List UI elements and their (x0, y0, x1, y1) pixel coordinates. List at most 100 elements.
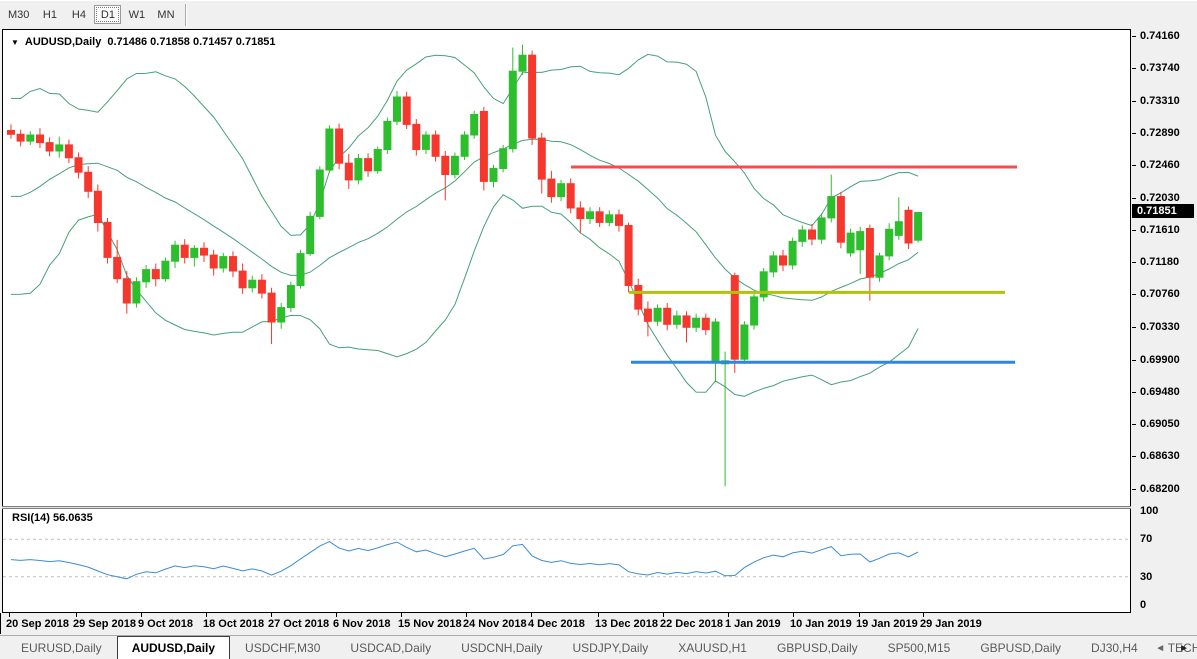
candle-body (471, 115, 478, 136)
chart-tab-eurusd-daily[interactable]: EURUSD,Daily (6, 636, 117, 659)
price-tick-label: 0.72460 (1140, 159, 1180, 171)
candle (780, 250, 787, 271)
timeframe-button-h1[interactable]: H1 (36, 5, 63, 24)
price-tick-label: 0.69900 (1140, 354, 1180, 366)
chart-tab-xauusd-h1[interactable]: XAUUSD,H1 (663, 636, 762, 659)
date-tick-label: 13 Dec 2018 (595, 618, 658, 630)
candle (249, 276, 256, 293)
candle-body (683, 316, 690, 327)
candle-body (336, 129, 343, 163)
date-tick-mark (793, 613, 794, 617)
chart-tab-gbpusd-daily[interactable]: GBPUSD,Daily (762, 636, 873, 659)
chart-tab-usdcnh-daily[interactable]: USDCNH,Daily (446, 636, 557, 659)
price-pane[interactable]: ▼ AUDUSD,Daily 0.71486 0.71858 0.71457 0… (2, 29, 1131, 506)
timeframe-button-m30[interactable]: M30 (3, 5, 34, 24)
date-tick-mark (9, 613, 10, 617)
candle-body (268, 293, 275, 322)
candle (664, 303, 671, 330)
candle-body (162, 261, 169, 279)
rsi-pane[interactable]: RSI(14) 56.0635 (2, 509, 1131, 613)
candle-body (249, 280, 256, 288)
candle (509, 48, 516, 153)
candle-body (847, 233, 854, 253)
candle-body (587, 212, 594, 219)
candle-body (866, 229, 873, 278)
candle (56, 137, 63, 158)
date-tick-label: 29 Sep 2018 (73, 618, 136, 630)
chart-tab-sp500-m15[interactable]: SP500,M15 (873, 636, 966, 659)
candle-body (635, 286, 642, 310)
chart-tab-usdjpy-daily[interactable]: USDJPY,Daily (557, 636, 663, 659)
chart-tab-usdcad-daily[interactable]: USDCAD,Daily (335, 636, 446, 659)
candle (104, 218, 111, 264)
candle (345, 154, 352, 189)
candle-body (886, 229, 893, 256)
candle-body (230, 257, 237, 271)
candle (191, 245, 198, 266)
candle (558, 180, 565, 201)
candle-body (490, 169, 497, 182)
timeframe-button-mn[interactable]: MN (152, 5, 179, 24)
candle (847, 229, 854, 257)
rsi-scale-label: 70 (1140, 533, 1152, 545)
candle (432, 131, 439, 162)
tabs-scroll-right-icon[interactable]: ► (1179, 643, 1189, 654)
candle (500, 145, 507, 172)
date-tick-mark (141, 613, 142, 617)
candle (85, 166, 92, 198)
candle-body (606, 215, 613, 223)
candle-body (461, 135, 468, 156)
tabs-scroll-left-icon[interactable]: ◄ (1155, 643, 1165, 654)
chart-tab-usdchf-m30[interactable]: USDCHF,M30 (230, 636, 335, 659)
candle-body (693, 318, 700, 327)
candle-body (85, 172, 92, 191)
candle-body (509, 71, 516, 149)
price-tick-label: 0.73310 (1140, 95, 1180, 107)
candle-body (529, 55, 536, 138)
date-tick-label: 19 Jan 2019 (856, 618, 918, 630)
rsi-line (11, 542, 918, 579)
candle-body (915, 213, 922, 241)
candle (722, 352, 729, 487)
candle (702, 314, 709, 335)
candle-body (770, 256, 777, 272)
candle-body (780, 256, 787, 265)
candle (596, 207, 603, 227)
price-tick-label: 0.68630 (1140, 450, 1180, 462)
candle (635, 279, 642, 316)
candle (17, 130, 24, 147)
candle-body (828, 197, 835, 218)
candle (519, 45, 526, 75)
candle-body (654, 308, 661, 321)
timeframe-button-w1[interactable]: W1 (123, 5, 150, 24)
chart-tab-dj30-h4[interactable]: DJ30,H4 (1076, 636, 1153, 659)
price-axis[interactable]: 0.741600.737400.733100.728900.724600.720… (1132, 29, 1197, 613)
rsi-indicator-label: RSI(14) 56.0635 (12, 512, 93, 524)
candle (75, 153, 82, 179)
candle (712, 318, 719, 382)
candle (587, 207, 594, 224)
timeframe-button-h4[interactable]: H4 (65, 5, 92, 24)
timeframe-button-d1[interactable]: D1 (94, 5, 121, 24)
date-axis[interactable]: 20 Sep 201829 Sep 20189 Oct 201818 Oct 2… (0, 613, 1131, 634)
candle (143, 265, 150, 288)
chart-tab-audusd-daily[interactable]: AUDUSD,Daily (117, 636, 230, 659)
date-tick-mark (401, 613, 402, 617)
mt4-window: M30H1H4D1W1MN ▼ AUDUSD,Daily 0.71486 0.7… (0, 0, 1197, 659)
candle (37, 128, 44, 148)
price-tick-label: 0.72030 (1140, 192, 1180, 204)
candle-body (442, 156, 449, 174)
candle (490, 165, 497, 188)
candle (230, 251, 237, 277)
toolbar-separator (185, 4, 187, 26)
candle (394, 91, 401, 125)
candle (567, 178, 574, 213)
dropdown-triangle-icon[interactable]: ▼ (11, 38, 19, 47)
candle (876, 253, 883, 282)
candle (181, 239, 188, 263)
candle-body (712, 322, 719, 362)
candle (693, 314, 700, 332)
candle (239, 264, 246, 294)
chart-tab-gbpusd-daily[interactable]: GBPUSD,Daily (965, 636, 1076, 659)
candle-body (220, 257, 227, 268)
